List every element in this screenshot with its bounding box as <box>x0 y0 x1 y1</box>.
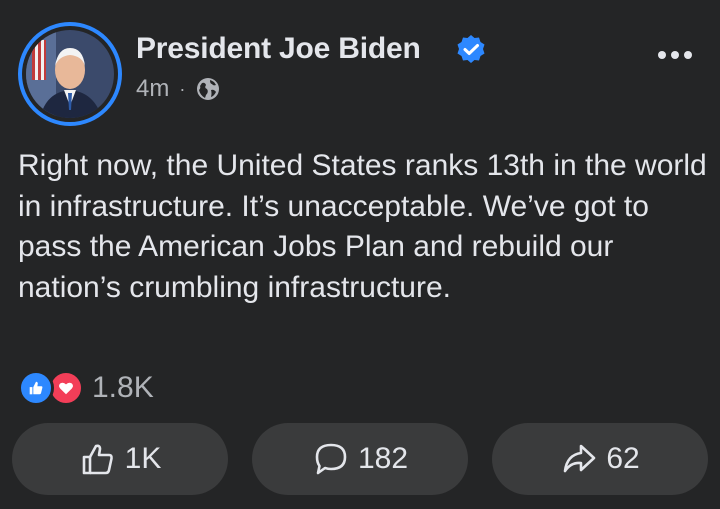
post-timestamp[interactable]: 4m <box>136 75 169 103</box>
comment-icon <box>315 443 347 475</box>
share-icon <box>564 444 596 473</box>
reactions-summary[interactable]: 1.8K <box>18 368 154 408</box>
like-icon <box>18 370 54 406</box>
more-options-button[interactable] <box>652 40 698 70</box>
share-count: 62 <box>606 442 640 475</box>
like-reaction-icon <box>29 381 43 395</box>
love-reaction-icon <box>59 382 73 395</box>
comment-button[interactable]: 182 <box>252 423 468 495</box>
reaction-count[interactable]: 1.8K <box>92 371 154 405</box>
post-body: Right now, the United States ranks 13th … <box>18 149 707 304</box>
meta-separator: · <box>179 78 186 99</box>
post-meta: 4m · <box>136 74 221 104</box>
post-header: President Joe Biden 4m · <box>18 22 702 132</box>
like-count: 1K <box>124 442 162 475</box>
globe-icon[interactable] <box>195 76 221 102</box>
like-button[interactable]: 1K <box>12 423 228 495</box>
thumbs-up-icon <box>82 444 113 475</box>
post-card: President Joe Biden 4m · Right now, the … <box>0 0 720 509</box>
verified-badge-icon <box>457 35 485 63</box>
share-button[interactable]: 62 <box>492 423 708 495</box>
post-actions: 1K 182 62 <box>12 423 708 495</box>
avatar-image <box>22 26 118 122</box>
profile-photo <box>26 30 114 118</box>
avatar[interactable] <box>18 22 122 126</box>
more-dots-icon <box>658 51 666 59</box>
comment-count: 182 <box>357 442 409 475</box>
author-name[interactable]: President Joe Biden <box>136 32 421 66</box>
